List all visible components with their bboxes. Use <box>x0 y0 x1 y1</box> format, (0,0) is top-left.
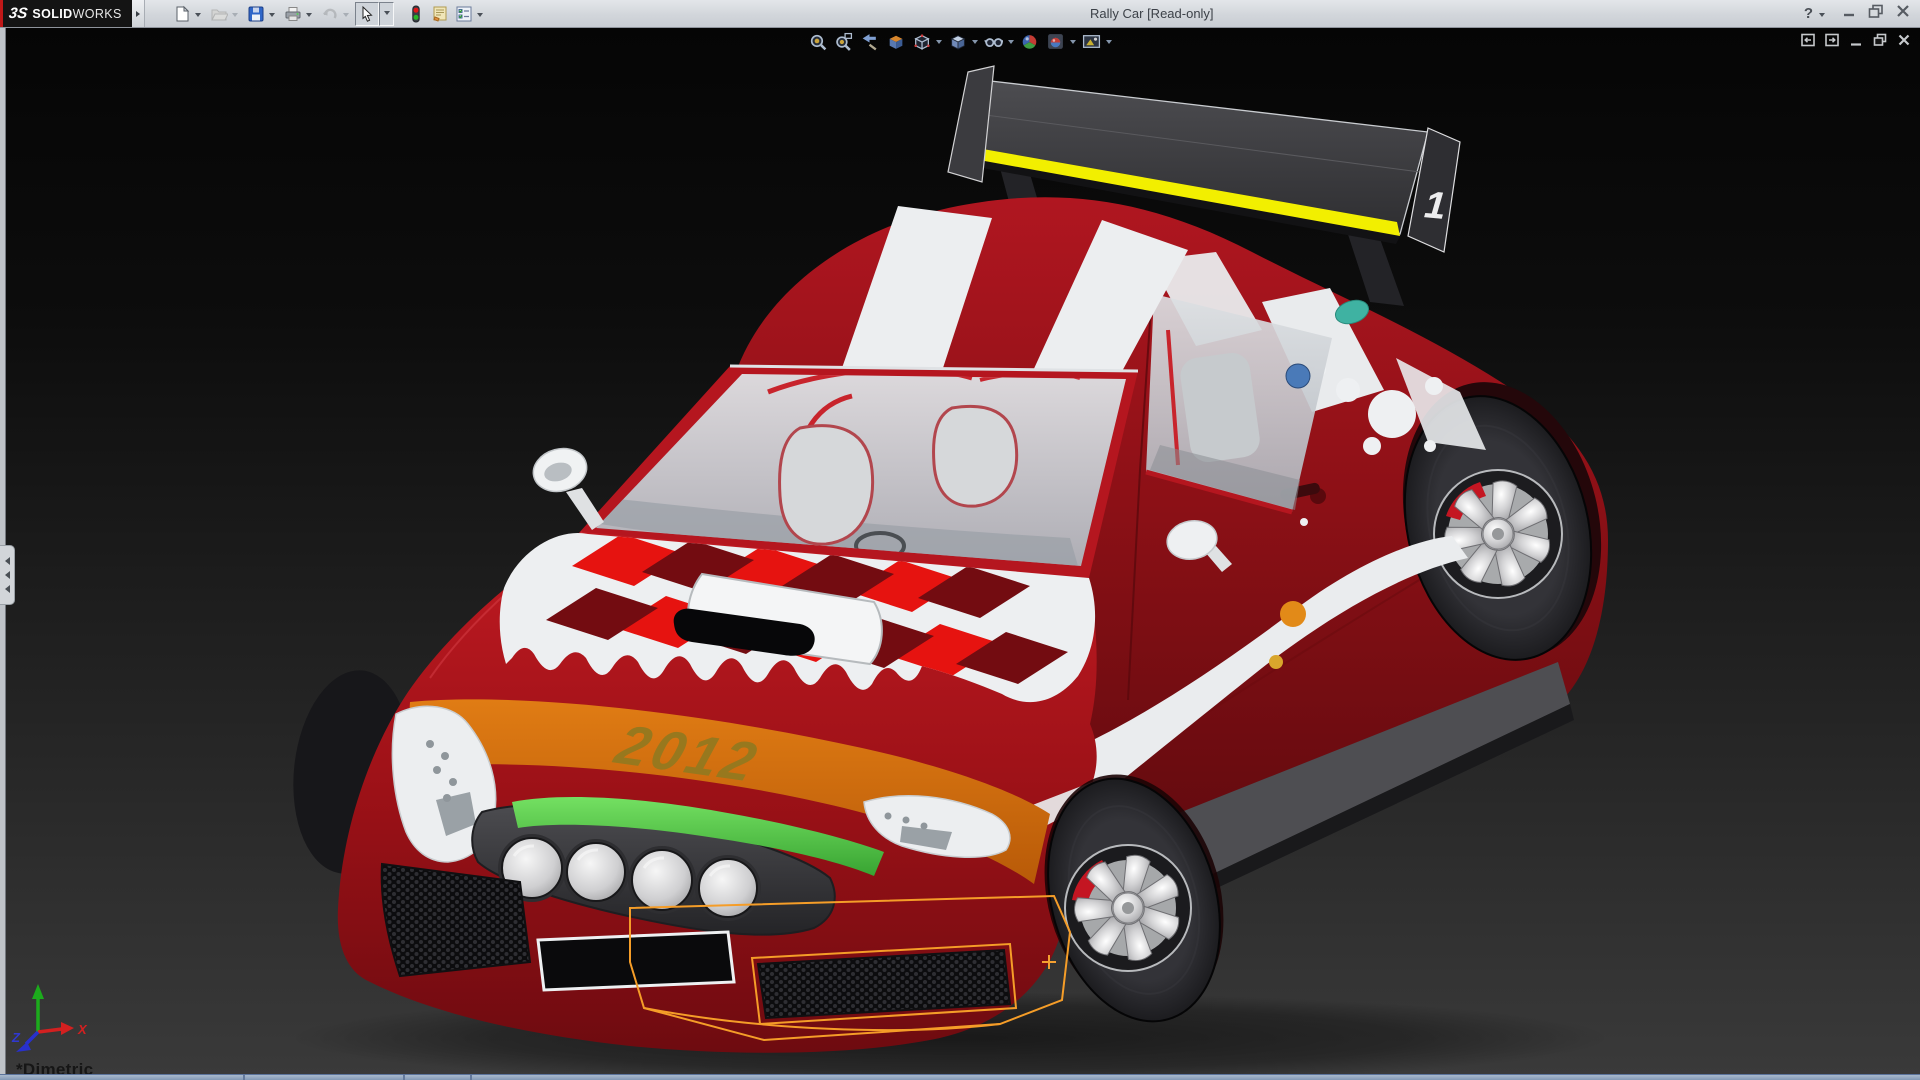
toolbar-overflow-tab[interactable] <box>132 0 145 27</box>
triad-z-label: Z <box>11 1030 21 1045</box>
feature-panel-expand-handle[interactable] <box>0 545 15 605</box>
rebuild-button[interactable] <box>404 2 428 26</box>
file-properties-icon <box>431 5 449 23</box>
solidworks-logo: 3S SOLIDWORKS <box>0 0 132 27</box>
options-dropdown[interactable] <box>477 13 483 20</box>
previous-window-button[interactable] <box>1799 31 1816 48</box>
undo-button[interactable] <box>318 2 342 26</box>
hide-show-items-button[interactable] <box>982 30 1004 52</box>
view-orientation-dropdown[interactable] <box>936 40 942 47</box>
select-cursor-icon <box>358 5 376 23</box>
section-view-icon <box>886 32 905 51</box>
zoom-to-area-button[interactable] <box>832 30 854 52</box>
apply-scene-icon <box>1046 32 1065 51</box>
doc-minimize-icon <box>1848 32 1864 48</box>
undo-icon <box>321 5 339 23</box>
apply-scene-button[interactable] <box>1044 30 1066 52</box>
right-arrow-icon <box>136 11 140 17</box>
file-properties-button[interactable] <box>428 2 452 26</box>
open-dropdown[interactable] <box>232 13 238 20</box>
statusbar-divider <box>403 1075 405 1080</box>
wing-number: 1 <box>1423 184 1448 228</box>
ds-logo-icon: 3S <box>8 5 29 22</box>
apply-scene-dropdown[interactable] <box>1070 40 1076 47</box>
new-button[interactable] <box>170 2 194 26</box>
left-arrow-icon <box>5 585 10 593</box>
statusbar-divider <box>243 1075 245 1080</box>
view-settings-dropdown[interactable] <box>1106 40 1112 47</box>
print-dropdown[interactable] <box>306 13 312 20</box>
doc-close-icon <box>1896 32 1912 48</box>
doc-close-button[interactable] <box>1895 31 1912 48</box>
solidworks-window: 3S SOLIDWORKS <box>0 0 1920 1080</box>
left-arrow-icon <box>5 557 10 565</box>
restore-icon <box>1867 4 1885 18</box>
new-dropdown[interactable] <box>195 13 201 20</box>
previous-view-icon <box>860 32 879 51</box>
zoom-to-fit-button[interactable] <box>806 30 828 52</box>
statusbar-edge <box>0 1074 1920 1080</box>
doc-restore-button[interactable] <box>1871 31 1888 48</box>
save-dropdown[interactable] <box>269 13 275 20</box>
select-dropdown[interactable] <box>379 2 394 26</box>
select-button[interactable] <box>355 2 379 26</box>
doc-minimize-button[interactable] <box>1847 31 1864 48</box>
traffic-light-icon <box>407 5 425 23</box>
restore-button[interactable] <box>1867 4 1885 23</box>
options-button[interactable] <box>452 2 476 26</box>
edit-appearance-button[interactable] <box>1018 30 1040 52</box>
previous-window-icon <box>1800 32 1816 48</box>
view-orientation-button[interactable] <box>910 30 932 52</box>
help-button[interactable]: ? <box>1804 5 1813 22</box>
left-arrow-icon <box>5 571 10 579</box>
zoom-to-area-icon <box>834 32 853 51</box>
view-settings-icon <box>1082 32 1101 51</box>
open-button[interactable] <box>207 2 231 26</box>
next-window-icon <box>1824 32 1840 48</box>
logo-accent <box>0 0 3 27</box>
graphics-viewport[interactable]: 1 <box>0 27 1920 1080</box>
display-style-dropdown[interactable] <box>972 40 978 47</box>
print-button[interactable] <box>281 2 305 26</box>
window-controls: ? <box>1804 0 1912 27</box>
3d-viewport-canvas[interactable]: 1 <box>0 27 1920 1080</box>
help-dropdown[interactable] <box>1819 13 1825 20</box>
triad-x-label: X <box>77 1022 88 1037</box>
new-document-icon <box>173 5 191 23</box>
reference-triad: X Z <box>11 984 88 1052</box>
save-button[interactable] <box>244 2 268 26</box>
statusbar-divider <box>470 1075 472 1080</box>
next-window-button[interactable] <box>1823 31 1840 48</box>
save-floppy-icon <box>247 5 265 23</box>
close-icon <box>1894 4 1912 18</box>
view-orientation-icon <box>912 32 931 51</box>
document-window-controls <box>1799 31 1912 48</box>
previous-view-button[interactable] <box>858 30 880 52</box>
hide-show-items-dropdown[interactable] <box>1008 40 1014 47</box>
view-settings-button[interactable] <box>1080 30 1102 52</box>
brand-text: SOLIDWORKS <box>32 7 121 21</box>
display-style-icon <box>948 32 967 51</box>
section-view-button[interactable] <box>884 30 906 52</box>
undo-dropdown[interactable] <box>343 13 349 20</box>
heads-up-view-toolbar <box>806 30 1112 52</box>
document-title: Rally Car [Read-only] <box>1090 0 1214 27</box>
minimize-button[interactable] <box>1840 4 1858 23</box>
minimize-icon <box>1840 4 1858 18</box>
eyeglasses-icon <box>984 32 1003 51</box>
titlebar: 3S SOLIDWORKS <box>0 0 1920 28</box>
close-button[interactable] <box>1894 4 1912 23</box>
appearance-sphere-icon <box>1020 32 1039 51</box>
open-folder-icon <box>210 5 228 23</box>
main-toolbar <box>170 0 489 27</box>
doc-restore-icon <box>1872 32 1888 48</box>
print-icon <box>284 5 302 23</box>
display-style-button[interactable] <box>946 30 968 52</box>
zoom-to-fit-icon <box>808 32 827 51</box>
options-checklist-icon <box>455 5 473 23</box>
